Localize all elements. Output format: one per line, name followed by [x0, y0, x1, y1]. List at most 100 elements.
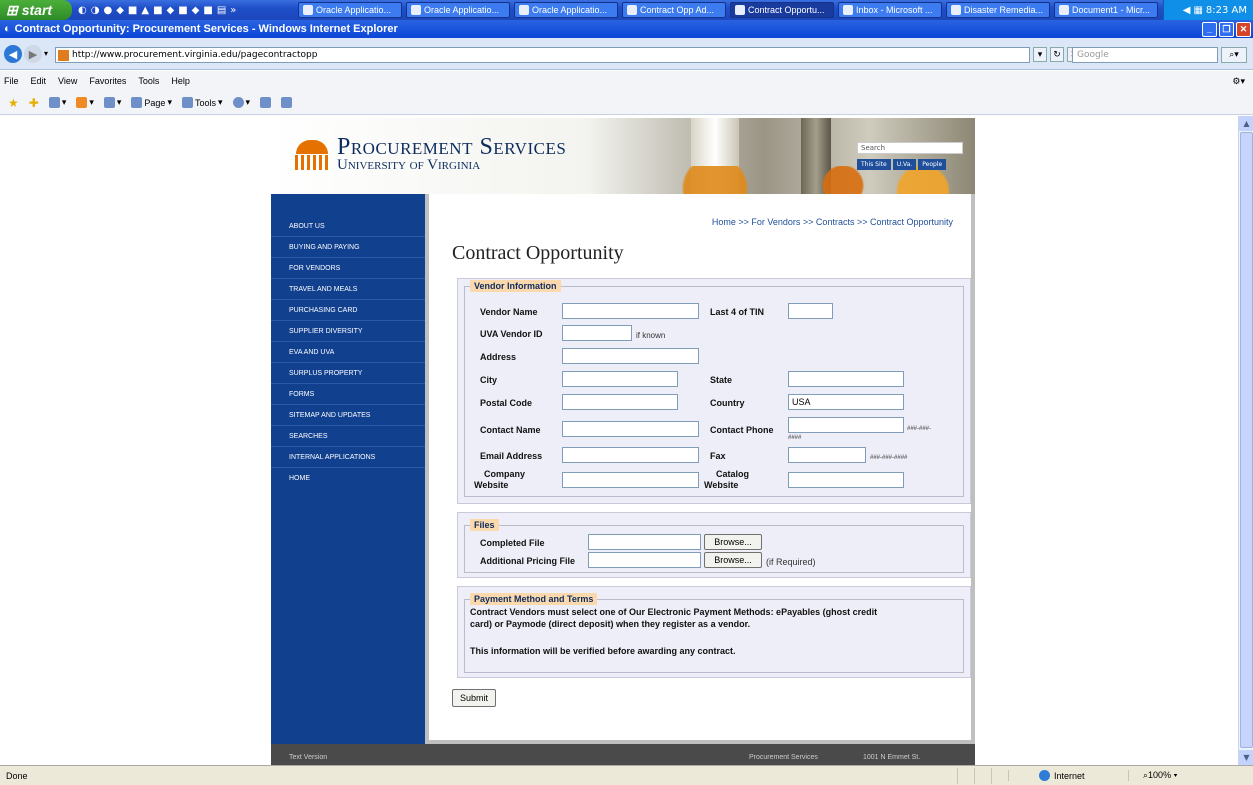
- refresh-button[interactable]: ↻: [1050, 47, 1064, 62]
- search-input[interactable]: Google: [1072, 47, 1218, 63]
- restore-button[interactable]: ❐: [1219, 21, 1234, 37]
- firefox-icon[interactable]: ◑: [91, 5, 100, 16]
- sidebar-item-sitemap[interactable]: SITEMAP AND UPDATES: [271, 405, 425, 426]
- vendor-info-fieldset: [464, 286, 964, 497]
- sidebar-item-searches[interactable]: SEARCHES: [271, 426, 425, 447]
- menu-edit[interactable]: Edit: [31, 76, 47, 86]
- app-icon[interactable]: ◆: [192, 5, 200, 16]
- add-favorites-icon[interactable]: ✚: [29, 96, 39, 110]
- sidebar-item-forms[interactable]: FORMS: [271, 384, 425, 405]
- text-version-link[interactable]: Text Version: [289, 754, 327, 761]
- app-icon[interactable]: ●: [103, 5, 112, 16]
- taskbar-button[interactable]: Contract Opp Ad...: [622, 2, 726, 18]
- address-input[interactable]: [562, 348, 699, 364]
- close-button[interactable]: ✕: [1236, 21, 1251, 37]
- sidebar-item-buying-and-paying[interactable]: BUYING AND PAYING: [271, 237, 425, 258]
- state-input[interactable]: [788, 371, 904, 387]
- app-icon[interactable]: ◆: [167, 5, 175, 16]
- tin-input[interactable]: [788, 303, 833, 319]
- menu-file[interactable]: File: [4, 76, 19, 86]
- taskbar-button[interactable]: Oracle Applicatio...: [514, 2, 618, 18]
- taskbar-button[interactable]: Oracle Applicatio...: [298, 2, 402, 18]
- history-dropdown-icon[interactable]: ▾: [44, 45, 48, 63]
- print-button[interactable]: ▾: [103, 97, 121, 108]
- zoom-control[interactable]: ⌕100% ▾: [1128, 770, 1177, 781]
- postal-code-input[interactable]: [562, 394, 678, 410]
- submit-button[interactable]: Submit: [452, 689, 496, 707]
- foliage-image: [651, 166, 971, 194]
- taskbar-button[interactable]: Inbox - Microsoft ...: [838, 2, 942, 18]
- email-input[interactable]: [562, 447, 699, 463]
- favorites-star-icon[interactable]: ★: [8, 96, 19, 110]
- pricing-file-browse-button[interactable]: Browse...: [704, 552, 762, 568]
- site-search-input[interactable]: Search: [857, 142, 963, 154]
- help-button[interactable]: ▾: [232, 97, 250, 108]
- feeds-button[interactable]: ▾: [76, 97, 94, 108]
- catalog-website-input[interactable]: [788, 472, 904, 488]
- links-icon[interactable]: ⚙▾: [1232, 76, 1245, 87]
- scroll-down-button[interactable]: ▼: [1239, 750, 1253, 765]
- scroll-thumb[interactable]: [1240, 132, 1253, 748]
- sidebar-item-travel-and-meals[interactable]: TRAVEL AND MEALS: [271, 279, 425, 300]
- sidebar-item-about-us[interactable]: ABOUT US: [271, 216, 425, 237]
- app-icon[interactable]: ■: [203, 5, 212, 16]
- city-input[interactable]: [562, 371, 678, 387]
- search-scope-this-site[interactable]: This Site: [857, 159, 891, 170]
- sidebar-item-internal-applications[interactable]: INTERNAL APPLICATIONS: [271, 447, 425, 468]
- vendor-name-input[interactable]: [562, 303, 699, 319]
- completed-file-input[interactable]: [588, 534, 701, 550]
- taskbar-button[interactable]: Document1 - Micr...: [1054, 2, 1158, 18]
- completed-file-browse-button[interactable]: Browse...: [704, 534, 762, 550]
- menu-view[interactable]: View: [58, 76, 77, 86]
- taskbar-button-active[interactable]: Contract Opportu...: [730, 2, 834, 18]
- start-button[interactable]: ⊞ start: [0, 0, 72, 20]
- forward-button[interactable]: ▶: [24, 45, 42, 63]
- search-scope-uva[interactable]: U.Va.: [892, 159, 917, 170]
- messenger-button[interactable]: [281, 97, 293, 108]
- tools-menu-button[interactable]: Tools ▾: [181, 97, 223, 108]
- site-logo[interactable]: Procurement Services University of Virgi…: [293, 135, 566, 173]
- fax-input[interactable]: [788, 447, 866, 463]
- security-zone[interactable]: Internet: [1008, 770, 1128, 781]
- uva-vendor-id-input[interactable]: [562, 325, 632, 341]
- page-menu-button[interactable]: Page ▾: [131, 97, 172, 108]
- app-icon[interactable]: ■: [128, 5, 137, 16]
- back-button[interactable]: ◀: [4, 45, 22, 63]
- vertical-scrollbar[interactable]: ▲ ▼: [1238, 116, 1253, 765]
- country-input[interactable]: USA: [788, 394, 904, 410]
- app-icon[interactable]: ◆: [116, 5, 124, 16]
- pricing-file-input[interactable]: [588, 552, 701, 568]
- app-icon[interactable]: ■: [153, 5, 162, 16]
- app-icon[interactable]: ▤: [217, 5, 226, 16]
- contact-phone-input[interactable]: [788, 417, 904, 433]
- menu-help[interactable]: Help: [171, 76, 190, 86]
- sidebar-item-home[interactable]: HOME: [271, 468, 425, 489]
- taskbar-button[interactable]: Oracle Applicatio...: [406, 2, 510, 18]
- sidebar-item-surplus-property[interactable]: SURPLUS PROPERTY: [271, 363, 425, 384]
- tray-icon[interactable]: ▦: [1193, 5, 1202, 16]
- sidebar-item-for-vendors[interactable]: FOR VENDORS: [271, 258, 425, 279]
- menu-tools[interactable]: Tools: [138, 76, 159, 86]
- sidebar-item-eva-and-uva[interactable]: EVA AND UVA: [271, 342, 425, 363]
- taskbar-button[interactable]: Disaster Remedia...: [946, 2, 1050, 18]
- app-icon[interactable]: ▲: [141, 5, 149, 16]
- tray-icon[interactable]: ◀: [1183, 5, 1191, 16]
- sidebar-item-purchasing-card[interactable]: PURCHASING CARD: [271, 300, 425, 321]
- sidebar-item-supplier-diversity[interactable]: SUPPLIER DIVERSITY: [271, 321, 425, 342]
- clock[interactable]: 8:23 AM: [1206, 5, 1247, 16]
- contact-name-input[interactable]: [562, 421, 699, 437]
- address-dropdown-button[interactable]: ▾: [1033, 47, 1047, 62]
- search-button[interactable]: ⌕▾: [1221, 47, 1247, 63]
- ie-icon[interactable]: ◐: [78, 5, 87, 16]
- search-scope-people[interactable]: People: [918, 159, 947, 170]
- home-button[interactable]: ▾: [48, 97, 66, 108]
- overflow-chevron-icon[interactable]: »: [230, 5, 236, 16]
- minimize-button[interactable]: _: [1202, 21, 1217, 37]
- research-button[interactable]: [260, 97, 272, 108]
- app-icon[interactable]: ■: [178, 5, 187, 16]
- menu-favorites[interactable]: Favorites: [89, 76, 126, 86]
- company-website-input[interactable]: [562, 472, 699, 488]
- scroll-up-button[interactable]: ▲: [1239, 116, 1253, 131]
- address-input[interactable]: http://www.procurement.virginia.edu/page…: [55, 47, 1030, 63]
- breadcrumb[interactable]: Home >> For Vendors >> Contracts >> Cont…: [712, 217, 953, 227]
